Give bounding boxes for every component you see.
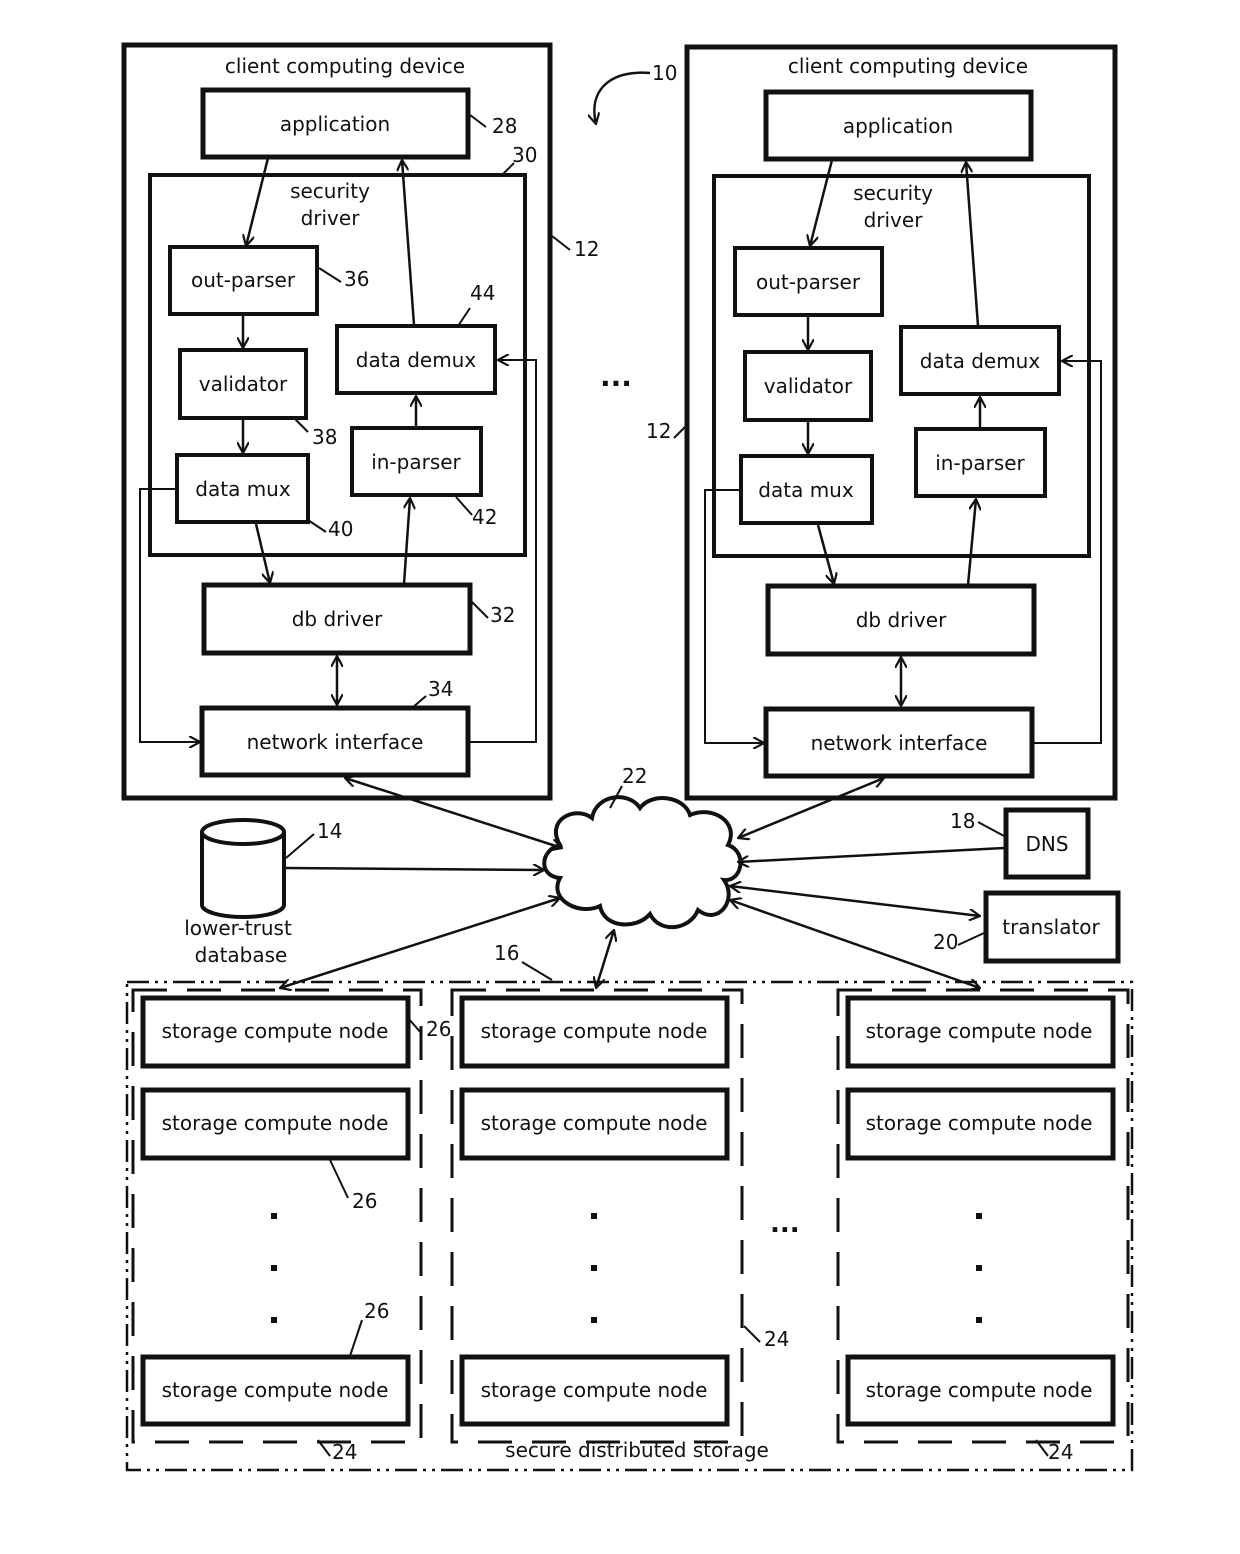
- data-demux-label-left: data demux: [356, 348, 477, 372]
- data-demux-ref-left: 44: [470, 281, 495, 305]
- network-interface-ref-left: 34: [428, 677, 453, 701]
- storage-node-ref: 26: [364, 1299, 389, 1323]
- dns-label: DNS: [1025, 832, 1068, 856]
- leader-line: [471, 601, 489, 619]
- storage-node-label: storage compute node: [481, 1111, 708, 1135]
- db-driver-label-left: db driver: [292, 607, 383, 631]
- storage-ref: 16: [494, 941, 519, 965]
- storage-node-label: storage compute node: [162, 1019, 389, 1043]
- leader-line: [318, 267, 342, 283]
- validator-label-right: validator: [764, 374, 853, 398]
- leader-line: [455, 496, 473, 516]
- leader-line: [673, 425, 687, 439]
- leader-line: [521, 961, 553, 981]
- storage-domain-ref: 24: [332, 1440, 357, 1464]
- data-mux-label-right: data mux: [758, 478, 854, 502]
- validator-label-left: validator: [199, 372, 288, 396]
- validator-ref-left: 38: [312, 425, 337, 449]
- architecture-diagram: client computing device 12 application 2…: [121, 42, 1134, 1472]
- network-ref: 22: [622, 764, 647, 788]
- vertical-ellipsis: [976, 1213, 982, 1323]
- storage-node-ref: 26: [352, 1189, 377, 1213]
- storage-node-label: storage compute node: [866, 1378, 1093, 1402]
- client-device-left-title: client computing device: [225, 54, 465, 78]
- translator-service[interactable]: translator 20: [933, 890, 1121, 964]
- storage-domain-ref: 24: [764, 1327, 789, 1351]
- security-driver-ref-left: 30: [512, 143, 537, 167]
- application-label-left: application: [280, 112, 390, 136]
- client-device-right-title: client computing device: [788, 54, 1028, 78]
- application-ref-left: 28: [492, 114, 517, 138]
- cloud-icon: [542, 795, 743, 930]
- out-parser-label-left: out-parser: [191, 268, 296, 292]
- storage-ellipsis: ...: [770, 1209, 800, 1239]
- storage-node-ref: 26: [426, 1017, 451, 1041]
- leader-line: [293, 417, 309, 433]
- storage-node-label: storage compute node: [162, 1111, 389, 1135]
- translator-label: translator: [1002, 915, 1100, 939]
- security-driver-label2-right: driver: [864, 208, 924, 232]
- network-interface-label-right: network interface: [811, 731, 988, 755]
- leader-line: [285, 833, 315, 859]
- figure-ref-label: 10: [652, 61, 677, 85]
- security-driver-label-right: security: [853, 181, 933, 205]
- db-driver-ref-left: 32: [490, 603, 515, 627]
- network-interface-label-left: network interface: [247, 730, 424, 754]
- client-device-right: client computing device 12 application s…: [646, 44, 1118, 801]
- client-left-ref: 12: [574, 237, 599, 261]
- leader-line: [977, 821, 1005, 837]
- secure-distributed-storage: secure distributed storage 16 storage co…: [125, 941, 1134, 1472]
- dns-ref: 18: [950, 809, 975, 833]
- data-demux-label-right: data demux: [920, 349, 1041, 373]
- application-label-right: application: [843, 114, 953, 138]
- data-mux-label-left: data mux: [195, 477, 291, 501]
- out-parser-ref-left: 36: [344, 267, 369, 291]
- storage-node-label: storage compute node: [866, 1019, 1093, 1043]
- database-label2: database: [195, 943, 288, 967]
- storage-domain-ref: 24: [1048, 1440, 1073, 1464]
- network-cloud: 22: [542, 764, 743, 930]
- leader-line: [457, 307, 471, 327]
- in-parser-ref-left: 42: [472, 505, 497, 529]
- security-driver-label-left: security: [290, 179, 370, 203]
- leader-line: [349, 1319, 363, 1357]
- storage-node-label: storage compute node: [481, 1378, 708, 1402]
- vertical-ellipsis: [271, 1213, 277, 1323]
- data-mux-ref-left: 40: [328, 517, 353, 541]
- storage-node-label: storage compute node: [162, 1378, 389, 1402]
- in-parser-label-right: in-parser: [935, 451, 1025, 475]
- client-right-ref: 12: [646, 419, 671, 443]
- leader-line: [329, 1159, 349, 1199]
- security-driver-label2-left: driver: [301, 206, 361, 230]
- leader-line: [551, 235, 571, 251]
- leader-line: [469, 114, 487, 128]
- database-label: lower-trust: [184, 916, 292, 940]
- client-ellipsis: ...: [600, 360, 632, 393]
- dns-server[interactable]: DNS 18: [950, 807, 1091, 880]
- vertical-ellipsis: [591, 1213, 597, 1323]
- figure-ref: 10: [594, 61, 677, 124]
- in-parser-label-left: in-parser: [371, 450, 461, 474]
- lower-trust-database[interactable]: lower-trust database 14: [184, 818, 342, 967]
- database-top: [200, 818, 286, 846]
- out-parser-label-right: out-parser: [756, 270, 861, 294]
- leader-line: [307, 519, 327, 533]
- storage-node-label: storage compute node: [481, 1019, 708, 1043]
- database-ref: 14: [317, 819, 342, 843]
- client-device-left: client computing device 12 application 2…: [121, 42, 599, 801]
- storage-node-label: storage compute node: [866, 1111, 1093, 1135]
- leader-line: [743, 1325, 761, 1343]
- db-driver-label-right: db driver: [856, 608, 947, 632]
- leader-line: [957, 932, 985, 946]
- translator-ref: 20: [933, 930, 958, 954]
